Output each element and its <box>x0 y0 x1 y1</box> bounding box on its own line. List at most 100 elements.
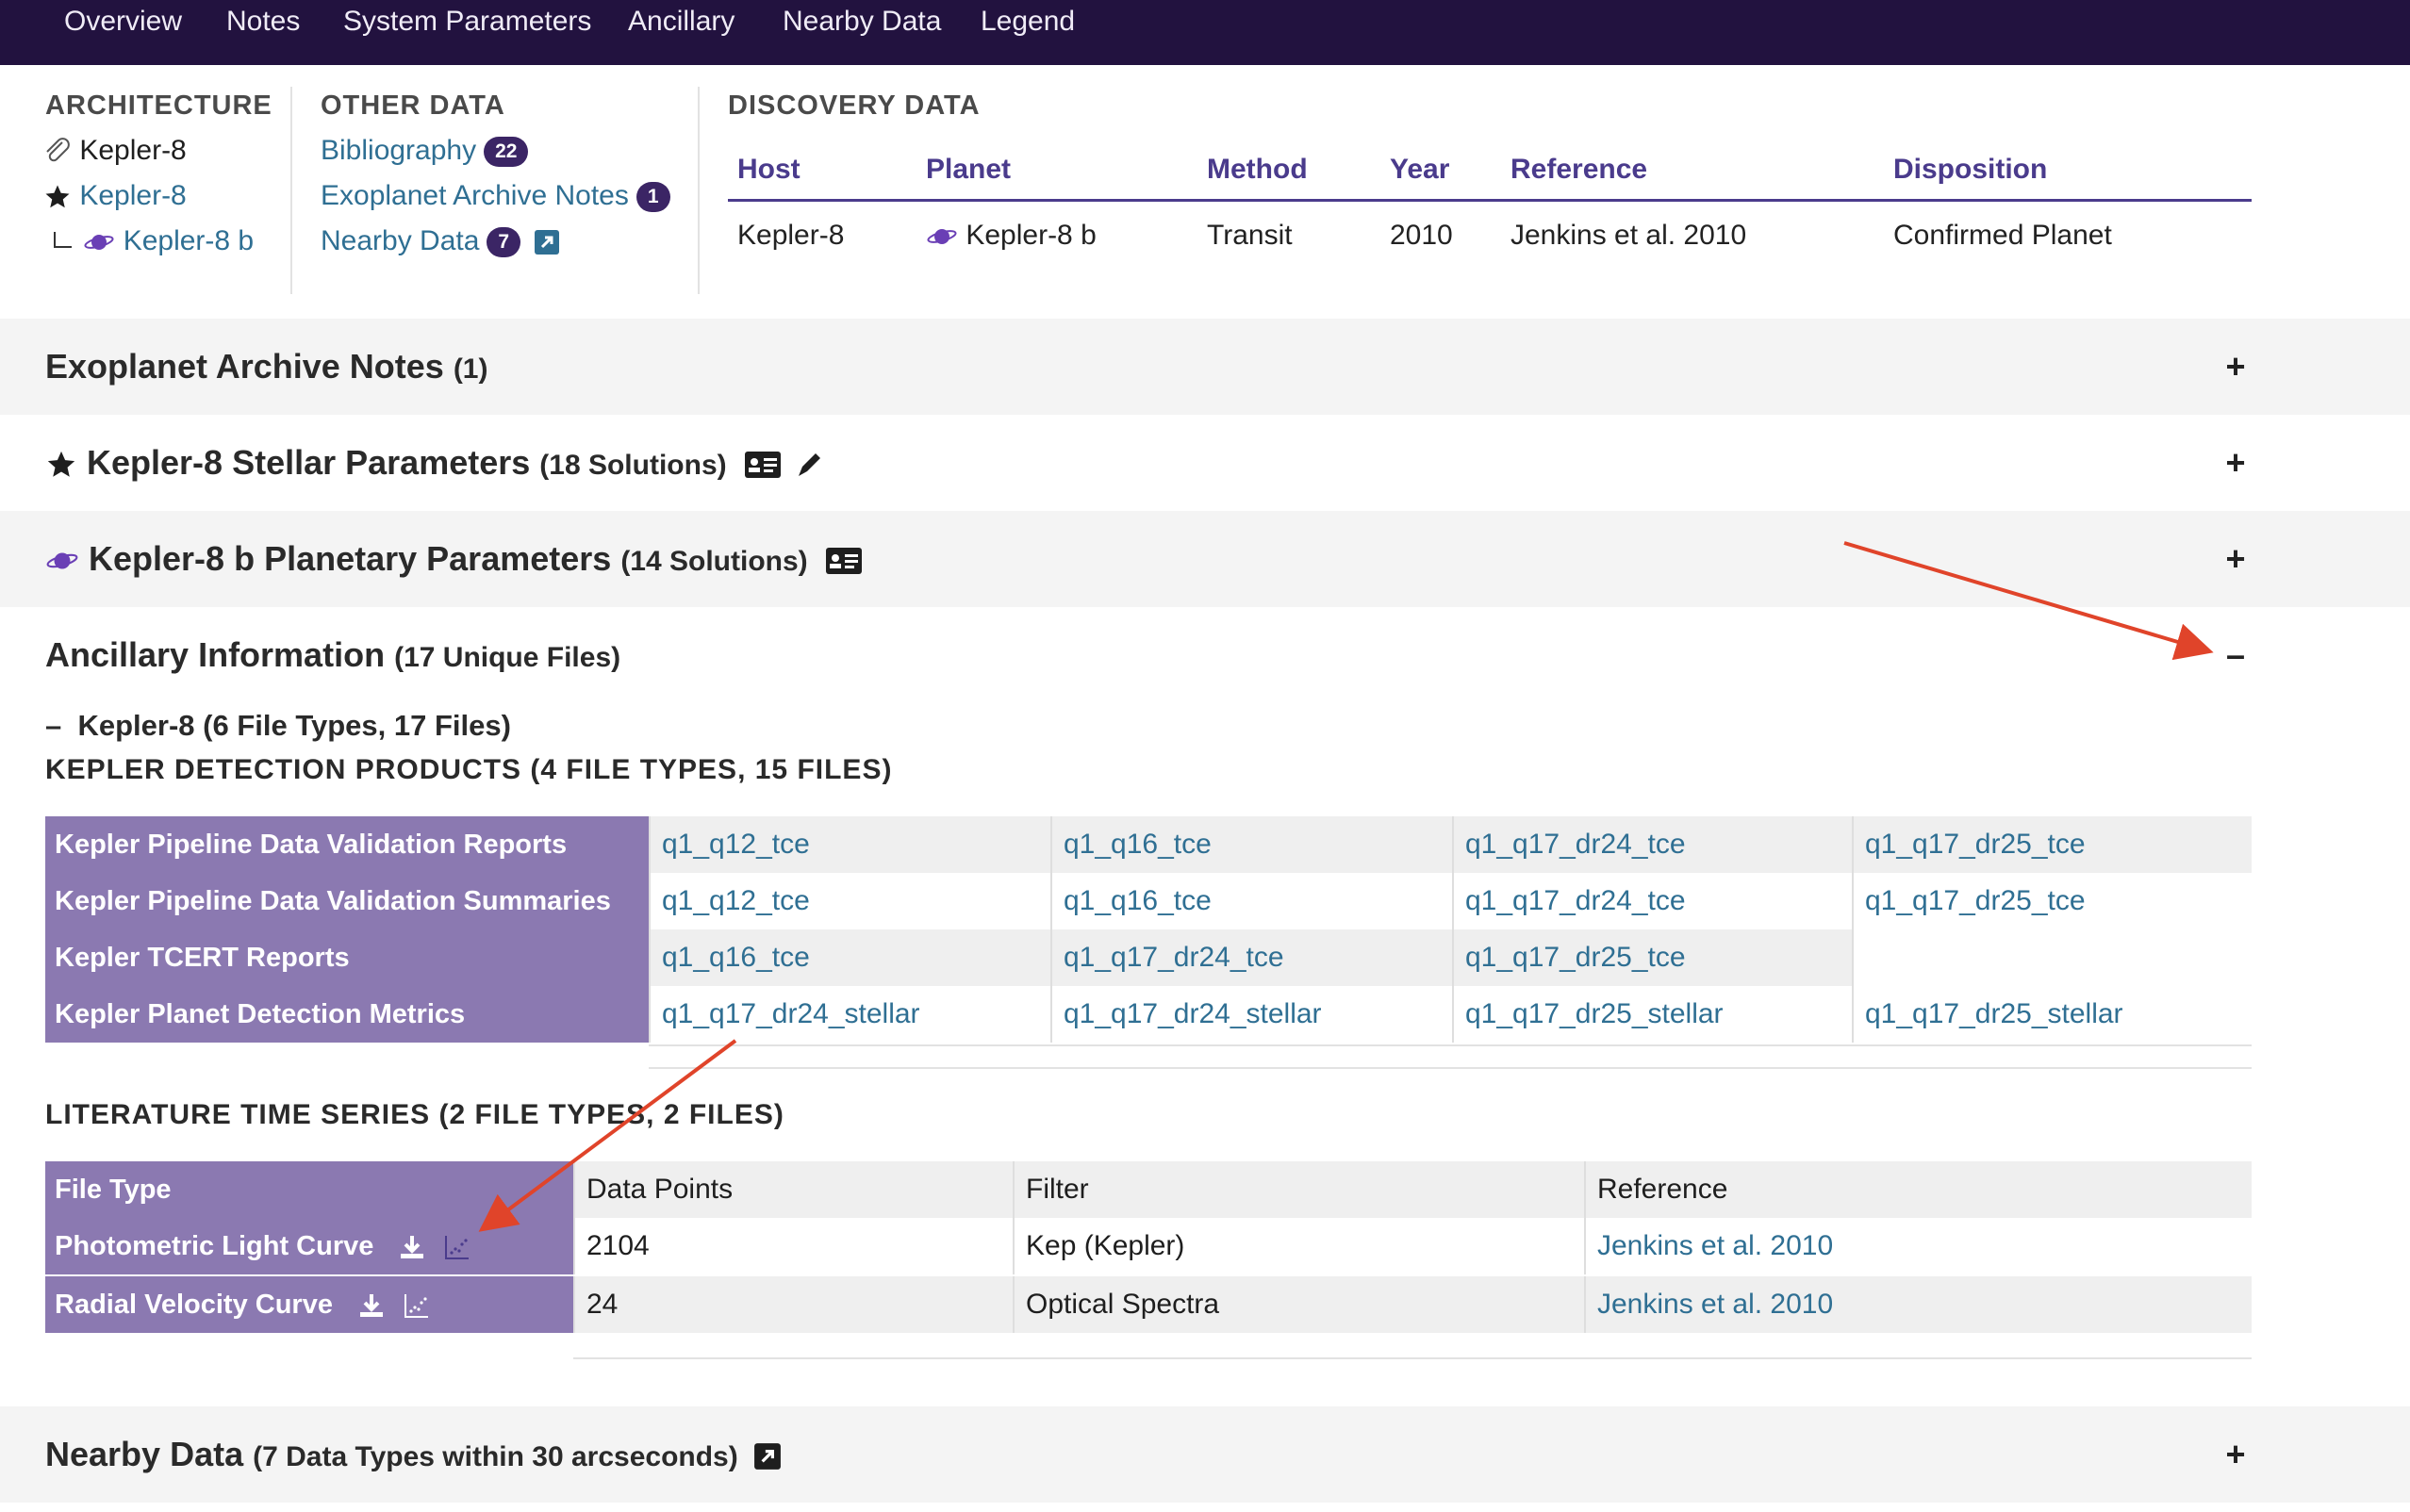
lit-reference-link[interactable]: Jenkins et al. 2010 <box>1584 1276 2252 1333</box>
nav-system-parameters[interactable]: System Parameters <box>343 0 591 43</box>
ancillary-count-text: (17 Unique Files) <box>394 642 621 673</box>
kepler-file-link[interactable]: q1_q17_dr24_tce <box>1452 873 1852 929</box>
id-card-icon[interactable] <box>744 451 782 479</box>
external-link-icon[interactable] <box>534 229 560 255</box>
ancillary-title-text: Ancillary Information <box>45 635 386 674</box>
discovery-planet: Kepler-8 b <box>966 220 1097 251</box>
discovery-year: 2010 <box>1390 220 1453 251</box>
nearby-data-count-badge: 7 <box>487 227 521 258</box>
bibliography-count-badge: 22 <box>484 137 529 168</box>
arch-planet-row[interactable]: Kepler-8 b <box>51 224 254 258</box>
lit-reference-link[interactable]: Jenkins et al. 2010 <box>1584 1218 2252 1274</box>
download-icon[interactable] <box>357 1291 386 1320</box>
architecture-heading: ARCHITECTURE <box>45 90 272 121</box>
stellar-expand-toggle[interactable]: + <box>2221 415 2250 511</box>
kepler-file-link[interactable]: q1_q12_tce <box>649 873 1050 929</box>
notes-expand-toggle[interactable]: + <box>2221 319 2250 415</box>
kepler-row-label: Kepler Planet Detection Metrics <box>45 986 649 1043</box>
id-card-icon[interactable] <box>825 547 863 575</box>
archive-notes-link[interactable]: Exoplanet Archive Notes <box>321 180 629 211</box>
other-bibliography-row[interactable]: Bibliography 22 <box>321 134 529 168</box>
stellar-section-title: Kepler-8 Stellar Parameters (18 Solution… <box>45 415 823 511</box>
stellar-section-header[interactable]: Kepler-8 Stellar Parameters (18 Solution… <box>0 415 2410 511</box>
kepler-file-link[interactable]: q1_q17_dr25_stellar <box>1452 986 1852 1043</box>
ancillary-subgroup-row[interactable]: – Kepler-8 (6 File Types, 17 Files) <box>45 709 511 743</box>
kepler-row-label: Kepler Pipeline Data Validation Summarie… <box>45 873 649 929</box>
archive-notes-count-badge: 1 <box>636 182 670 213</box>
discovery-col-year: Year <box>1390 154 1450 185</box>
kepler-file-link[interactable]: q1_q17_dr25_tce <box>1452 929 1852 986</box>
column-divider <box>290 87 292 294</box>
discovery-col-reference: Reference <box>1510 154 1648 185</box>
tree-branch-icon <box>54 232 72 249</box>
other-notes-row[interactable]: Exoplanet Archive Notes 1 <box>321 179 670 213</box>
kepler-products-heading: KEPLER DETECTION PRODUCTS (4 FILE TYPES,… <box>45 754 893 785</box>
planetary-section-header[interactable]: Kepler-8 b Planetary Parameters (14 Solu… <box>0 511 2410 607</box>
nearby-title-text: Nearby Data <box>45 1435 244 1473</box>
lit-filter: Optical Spectra <box>1013 1276 1584 1333</box>
nav-notes[interactable]: Notes <box>226 0 300 43</box>
discovery-heading: DISCOVERY DATA <box>728 90 981 121</box>
nearby-section-header[interactable]: Nearby Data (7 Data Types within 30 arcs… <box>0 1406 2410 1503</box>
lit-col-reference: Reference <box>1584 1161 2252 1218</box>
lit-file-type: Radial Velocity Curve <box>55 1290 333 1320</box>
discovery-planet-cell: Kepler-8 b <box>926 215 1097 256</box>
discovery-col-method: Method <box>1207 154 1308 185</box>
notes-section-header[interactable]: Exoplanet Archive Notes (1) + <box>0 319 2410 415</box>
nav-legend[interactable]: Legend <box>981 0 1075 43</box>
ancillary-section-title: Ancillary Information (17 Unique Files) <box>45 607 620 703</box>
subgroup-collapse-toggle[interactable]: – <box>45 709 61 742</box>
arch-planet-link[interactable]: Kepler-8 b <box>124 225 254 256</box>
kepler-file-link[interactable]: q1_q17_dr24_stellar <box>649 986 1050 1043</box>
star-icon <box>47 452 75 478</box>
other-nearby-row[interactable]: Nearby Data 7 <box>321 224 560 258</box>
notes-section-title: Exoplanet Archive Notes (1) <box>45 319 487 415</box>
nearby-section-title: Nearby Data (7 Data Types within 30 arcs… <box>45 1406 782 1503</box>
planet-icon <box>927 229 957 245</box>
kepler-file-link[interactable]: q1_q17_dr25_tce <box>1852 873 2252 929</box>
download-icon[interactable] <box>398 1233 426 1261</box>
discovery-disposition: Confirmed Planet <box>1893 220 2112 251</box>
arch-system-label: Kepler-8 <box>79 135 187 166</box>
discovery-host: Kepler-8 <box>737 220 845 251</box>
nearby-data-link[interactable]: Nearby Data <box>321 225 479 256</box>
kepler-row-label: Kepler Pipeline Data Validation Reports <box>45 816 649 873</box>
planetary-section-title: Kepler-8 b Planetary Parameters (14 Solu… <box>45 511 863 607</box>
arch-star-row[interactable]: Kepler-8 <box>43 179 187 213</box>
literature-heading: LITERATURE TIME SERIES (2 FILE TYPES, 2 … <box>45 1099 784 1130</box>
column-divider <box>698 87 700 294</box>
nav-ancillary[interactable]: Ancillary <box>628 0 735 43</box>
discovery-reference-link[interactable]: Jenkins et al. 2010 <box>1510 215 1746 256</box>
lit-row-label: Radial Velocity Curve <box>45 1276 573 1333</box>
paperclip-icon <box>46 138 70 162</box>
table-bottom-rule <box>649 1067 2252 1069</box>
kepler-file-link[interactable]: q1_q17_dr24_tce <box>1452 816 1852 873</box>
lit-col-filter: Filter <box>1013 1161 1584 1218</box>
kepler-file-link[interactable]: q1_q16_tce <box>1050 816 1452 873</box>
kepler-file-link[interactable]: q1_q12_tce <box>649 816 1050 873</box>
kepler-file-link[interactable]: q1_q17_dr24_tce <box>1050 929 1452 986</box>
planet-icon <box>46 553 78 569</box>
kepler-file-link[interactable]: q1_q17_dr25_tce <box>1852 816 2252 873</box>
planetary-expand-toggle[interactable]: + <box>2221 511 2250 607</box>
subgroup-title: Kepler-8 (6 File Types, 17 Files) <box>77 709 511 742</box>
kepler-file-link[interactable]: q1_q16_tce <box>1050 873 1452 929</box>
scatter-plot-icon[interactable] <box>443 1233 471 1261</box>
arch-star-link[interactable]: Kepler-8 <box>79 180 186 211</box>
nav-overview[interactable]: Overview <box>64 0 182 43</box>
discovery-col-disposition: Disposition <box>1893 154 2048 185</box>
notes-count-text: (1) <box>453 353 488 385</box>
nav-nearby-data[interactable]: Nearby Data <box>783 0 941 43</box>
kepler-file-link[interactable]: q1_q17_dr24_stellar <box>1050 986 1452 1043</box>
ancillary-collapse-toggle[interactable]: – <box>2221 607 2250 703</box>
kepler-file-link[interactable]: q1_q16_tce <box>649 929 1050 986</box>
scatter-plot-icon[interactable] <box>403 1291 431 1320</box>
ancillary-section-header[interactable]: Ancillary Information (17 Unique Files) … <box>0 607 2410 703</box>
pencil-icon[interactable] <box>795 450 823 480</box>
stellar-title-text: Kepler-8 Stellar Parameters <box>87 443 531 482</box>
bibliography-link[interactable]: Bibliography <box>321 135 476 166</box>
kepler-file-link[interactable]: q1_q17_dr25_stellar <box>1852 986 2252 1043</box>
external-link-icon[interactable] <box>753 1442 782 1471</box>
nearby-expand-toggle[interactable]: + <box>2221 1406 2250 1503</box>
arch-system-row: Kepler-8 <box>43 134 187 168</box>
